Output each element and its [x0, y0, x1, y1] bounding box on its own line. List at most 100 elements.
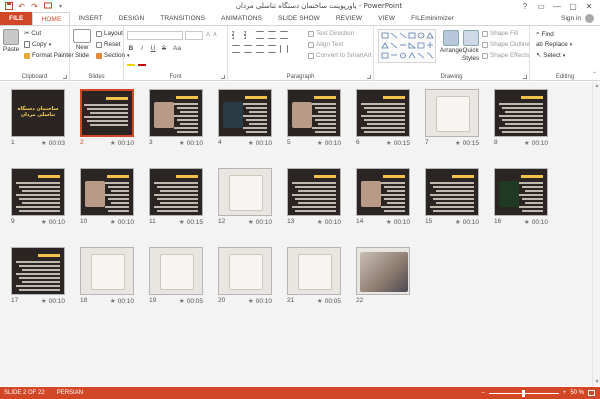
- align-left-icon[interactable]: [232, 45, 240, 53]
- slide-thumbnail[interactable]: 22: [356, 247, 410, 304]
- highlight-icon[interactable]: [127, 58, 135, 66]
- zoom-slider[interactable]: [488, 389, 559, 397]
- tab-review[interactable]: REVIEW: [328, 12, 370, 25]
- zoom-level[interactable]: 50 %: [570, 390, 584, 396]
- grow-font-button[interactable]: A: [206, 31, 210, 38]
- shape-fill-button[interactable]: Shape Fill: [482, 30, 518, 37]
- slide-thumbnail[interactable]: 18 ★ 00:10: [80, 247, 134, 305]
- italic-button[interactable]: I: [138, 45, 146, 52]
- slide-thumbnail[interactable]: 21 ★ 00:05: [287, 247, 341, 305]
- slide-thumbnail[interactable]: 17 ★ 00:10: [11, 247, 65, 305]
- slide-thumbnail[interactable]: 19 ★ 00:05: [149, 247, 203, 305]
- font-family-combo[interactable]: [127, 31, 183, 40]
- format-painter-button[interactable]: Format Painter: [24, 52, 74, 59]
- text-direction-button[interactable]: Text Direction: [308, 30, 354, 37]
- help-icon[interactable]: ?: [518, 1, 532, 11]
- shapes-gallery[interactable]: [378, 29, 436, 63]
- font-launcher-icon[interactable]: [221, 75, 225, 79]
- slide-thumbnail[interactable]: 16 ★ 00:10: [494, 168, 548, 226]
- paragraph-launcher-icon[interactable]: [367, 75, 371, 79]
- start-from-beginning-icon[interactable]: [43, 2, 52, 11]
- scroll-up-icon[interactable]: ▲: [594, 83, 600, 89]
- slide-thumbnail[interactable]: ساختمان دستگاه تناسلی مردان 1 ★ 00:03: [11, 89, 65, 147]
- drawing-launcher-icon[interactable]: [523, 75, 527, 79]
- font-color-icon[interactable]: [138, 58, 146, 66]
- tab-view[interactable]: VIEW: [370, 12, 403, 25]
- ribbon-display-options-icon[interactable]: ▭: [534, 1, 548, 11]
- shrink-font-button[interactable]: A: [213, 32, 216, 38]
- slide-text-line: [246, 107, 267, 109]
- bold-button[interactable]: B: [127, 45, 135, 52]
- columns-icon[interactable]: [280, 45, 288, 53]
- slide-thumbnail[interactable]: 13 ★ 00:10: [287, 168, 341, 226]
- tab-slide-show[interactable]: SLIDE SHOW: [270, 12, 328, 25]
- slide-thumbnail[interactable]: 3 ★ 00:10: [149, 89, 203, 147]
- select-button[interactable]: ↖ Select ▾: [536, 52, 565, 59]
- fit-to-window-icon[interactable]: [588, 390, 595, 396]
- zoom-out-button[interactable]: –: [481, 390, 484, 396]
- slide-thumbnail[interactable]: 6 ★ 00:15: [356, 89, 410, 147]
- quick-styles-button[interactable]: Quick Styles: [462, 30, 479, 62]
- numbering-icon[interactable]: [244, 31, 252, 39]
- tab-transitions[interactable]: TRANSITIONS: [152, 12, 213, 25]
- slide-thumbnail[interactable]: 15 ★ 00:10: [425, 168, 479, 226]
- customize-qat-icon[interactable]: ▾: [56, 2, 65, 11]
- reset-button[interactable]: Reset: [96, 41, 120, 48]
- font-size-combo[interactable]: [185, 31, 203, 40]
- replace-button[interactable]: ab Replace ▾: [536, 41, 572, 48]
- tab-home[interactable]: HOME: [32, 12, 71, 25]
- slide-thumbnail[interactable]: 10 ★ 00:10: [80, 168, 134, 226]
- justify-icon[interactable]: [268, 45, 276, 53]
- vertical-scrollbar[interactable]: ▲ ▼: [592, 82, 600, 386]
- tab-design[interactable]: DESIGN: [111, 12, 153, 25]
- copy-button[interactable]: Copy ▾: [24, 41, 51, 48]
- shape-outline-button[interactable]: Shape Outline: [482, 41, 530, 48]
- zoom-in-button[interactable]: +: [563, 390, 567, 396]
- cut-button[interactable]: ✂ Cut: [24, 30, 41, 37]
- zoom-slider-thumb[interactable]: [522, 389, 526, 397]
- slide-thumbnail[interactable]: 9 ★ 00:10: [11, 168, 65, 226]
- clipboard-launcher-icon[interactable]: [63, 75, 67, 79]
- line-spacing-icon[interactable]: [280, 31, 288, 39]
- decrease-indent-icon[interactable]: [256, 31, 264, 39]
- collapse-ribbon-icon[interactable]: ⌃: [592, 71, 597, 78]
- align-right-icon[interactable]: [256, 45, 264, 53]
- underline-button[interactable]: U: [149, 45, 157, 52]
- bullets-icon[interactable]: [232, 31, 240, 39]
- slide-thumbnail[interactable]: 2 ★ 00:10: [80, 89, 134, 147]
- change-case-button[interactable]: Aa: [171, 45, 183, 52]
- minimize-button[interactable]: —: [550, 1, 564, 11]
- redo-icon[interactable]: ↷: [30, 2, 39, 11]
- slide-thumbnail[interactable]: 7 ★ 00:15: [425, 89, 479, 147]
- layout-button[interactable]: Layout: [96, 30, 123, 37]
- close-button[interactable]: ✕: [582, 1, 596, 11]
- slide-thumbnail[interactable]: 5 ★ 00:10: [287, 89, 341, 147]
- maximize-button[interactable]: ▢: [566, 1, 580, 11]
- scroll-down-icon[interactable]: ▼: [594, 379, 600, 385]
- arrange-button[interactable]: Arrange: [440, 30, 462, 54]
- tab-file[interactable]: FILE: [0, 12, 33, 25]
- find-button[interactable]: ⌕ Find: [536, 30, 554, 38]
- new-slide-button[interactable]: New Slide: [73, 29, 91, 59]
- paste-button[interactable]: Paste: [3, 29, 19, 53]
- align-center-icon[interactable]: [244, 45, 252, 53]
- slide-thumbnail[interactable]: 8 ★ 00:10: [494, 89, 548, 147]
- strikethrough-button[interactable]: S: [160, 45, 168, 52]
- slide-thumbnail[interactable]: 11 ★ 00:15: [149, 168, 203, 226]
- convert-smartart-button[interactable]: Convert to SmartArt: [308, 52, 372, 59]
- tab-animations[interactable]: ANIMATIONS: [213, 12, 270, 25]
- slide-thumbnail[interactable]: 20 ★ 00:10: [218, 247, 272, 305]
- sign-in[interactable]: Sign in: [561, 12, 600, 25]
- slide-thumbnail[interactable]: 14 ★ 00:10: [356, 168, 410, 226]
- align-buttons: [232, 45, 288, 53]
- language-indicator[interactable]: PERSIAN: [57, 390, 83, 396]
- shape-effects-button[interactable]: Shape Effects: [482, 52, 529, 59]
- tab-fileminimizer[interactable]: FILEminimizer: [403, 12, 462, 25]
- undo-icon[interactable]: ↶: [17, 2, 26, 11]
- save-icon[interactable]: [4, 2, 13, 11]
- increase-indent-icon[interactable]: [268, 31, 276, 39]
- slide-thumbnail[interactable]: 12 ★ 00:10: [218, 168, 272, 226]
- slide-thumbnail[interactable]: 4 ★ 00:10: [218, 89, 272, 147]
- tab-insert[interactable]: INSERT: [70, 12, 110, 25]
- align-text-button[interactable]: Align Text: [308, 41, 343, 48]
